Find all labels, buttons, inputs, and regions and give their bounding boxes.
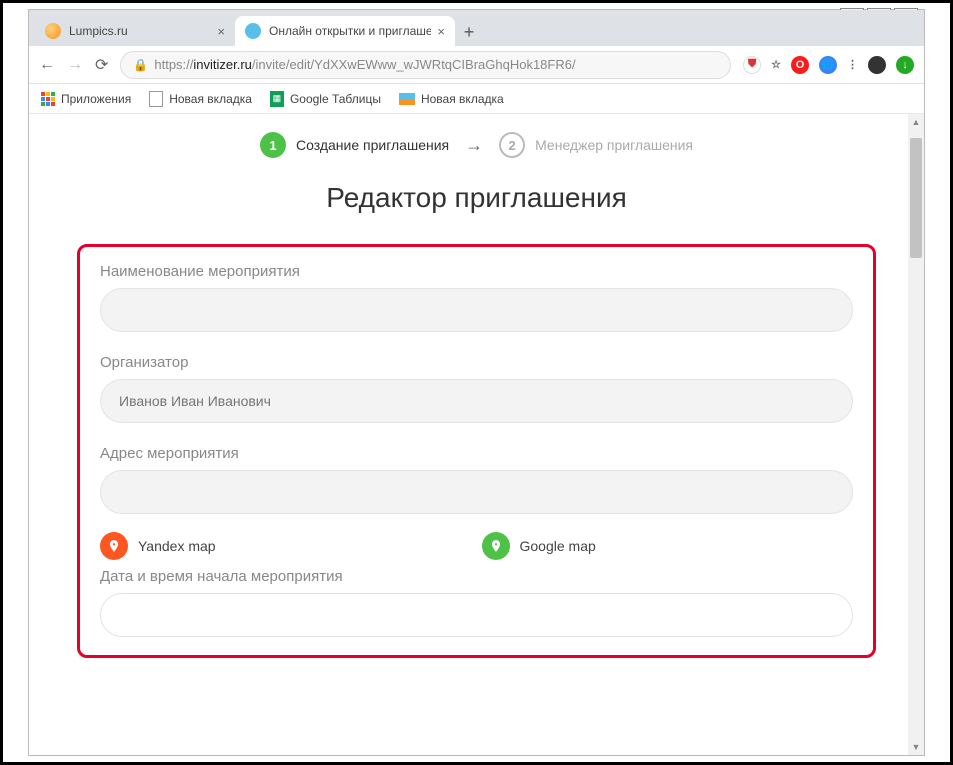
step-1-circle: 1 [260,132,286,158]
url-path: /invite/edit/YdXXwEWww_wJWRtqCIBraGhqHok… [252,57,576,72]
toolbar: ← → ⟳ 🔒 https://invitizer.ru/invite/edit… [29,46,924,84]
scrollbar-thumb[interactable] [910,138,922,258]
google-map-link[interactable]: Google map [482,532,854,560]
organizer-input[interactable] [100,379,853,423]
back-button[interactable]: ← [39,56,55,74]
avatar-icon[interactable] [868,56,886,74]
sheets-icon: ▦ [270,91,284,107]
apps-label: Приложения [61,92,131,106]
pin-icon [100,532,128,560]
bookmark-item[interactable]: Новая вкладка [149,91,252,107]
star-icon[interactable]: ☆ [771,56,781,74]
tab-strip: Lumpics.ru × Онлайн открытки и приглашен… [29,10,924,46]
download-icon[interactable]: ↓ [896,56,914,74]
lock-icon: 🔒 [133,58,148,72]
progress-steps: 1 Создание приглашения → 2 Менеджер приг… [29,114,924,164]
favicon-icon [245,23,261,39]
step-2-label: Менеджер приглашения [535,137,693,153]
address-input[interactable] [100,470,853,514]
close-tab-icon[interactable]: × [217,24,225,39]
favicon-icon [45,23,61,39]
image-icon [399,93,415,105]
menu-icon[interactable]: ⋮ [847,56,858,74]
event-name-input[interactable] [100,288,853,332]
tab-lumpics[interactable]: Lumpics.ru × [35,16,235,46]
apps-icon [41,92,55,106]
google-map-label: Google map [520,538,596,554]
page-icon [149,91,163,107]
close-tab-icon[interactable]: × [437,24,445,39]
adblock-icon[interactable]: ⛊ [743,56,761,74]
reload-button[interactable]: ⟳ [95,55,108,75]
tab-invitizer[interactable]: Онлайн открытки и приглашен × [235,16,455,46]
new-tab-button[interactable]: + [455,18,483,46]
url-scheme: https:// [154,57,193,72]
bookmarks-bar: Приложения Новая вкладка ▦ Google Таблиц… [29,84,924,114]
tab-title: Онлайн открытки и приглашен [269,24,431,38]
vertical-scrollbar[interactable]: ▲ ▼ [908,114,924,755]
bookmark-item[interactable]: ▦ Google Таблицы [270,91,381,107]
globe-icon[interactable]: 🌐 [819,56,837,74]
yandex-map-link[interactable]: Yandex map [100,532,472,560]
address-bar[interactable]: 🔒 https://invitizer.ru/invite/edit/YdXXw… [120,51,731,79]
map-links-row: Yandex map Google map [100,532,853,560]
event-name-label: Наименование мероприятия [100,263,853,280]
scroll-up-arrow-icon[interactable]: ▲ [908,114,924,130]
bookmark-label: Google Таблицы [290,92,381,106]
url-host: invitizer.ru [193,57,252,72]
forward-button[interactable]: → [67,56,83,74]
organizer-label: Организатор [100,354,853,371]
bookmark-item[interactable]: Новая вкладка [399,92,504,106]
yandex-map-label: Yandex map [138,538,216,554]
extension-icons: ⛊ ☆ O 🌐 ⋮ ↓ [743,56,914,74]
page-content: 1 Создание приглашения → 2 Менеджер приг… [29,114,924,755]
opera-icon[interactable]: O [791,56,809,74]
scroll-down-arrow-icon[interactable]: ▼ [908,739,924,755]
bookmark-label: Новая вкладка [421,92,504,106]
pin-icon [482,532,510,560]
address-label: Адрес мероприятия [100,445,853,462]
tab-title: Lumpics.ru [69,24,211,38]
invitation-form: Наименование мероприятия Организатор Адр… [77,244,876,658]
step-2-circle: 2 [499,132,525,158]
page-title: Редактор приглашения [29,182,924,214]
apps-shortcut[interactable]: Приложения [41,92,131,106]
datetime-label: Дата и время начала мероприятия [100,568,853,585]
arrow-right-icon: → [465,135,483,156]
bookmark-label: Новая вкладка [169,92,252,106]
datetime-input[interactable] [100,593,853,637]
step-1-label: Создание приглашения [296,137,449,153]
